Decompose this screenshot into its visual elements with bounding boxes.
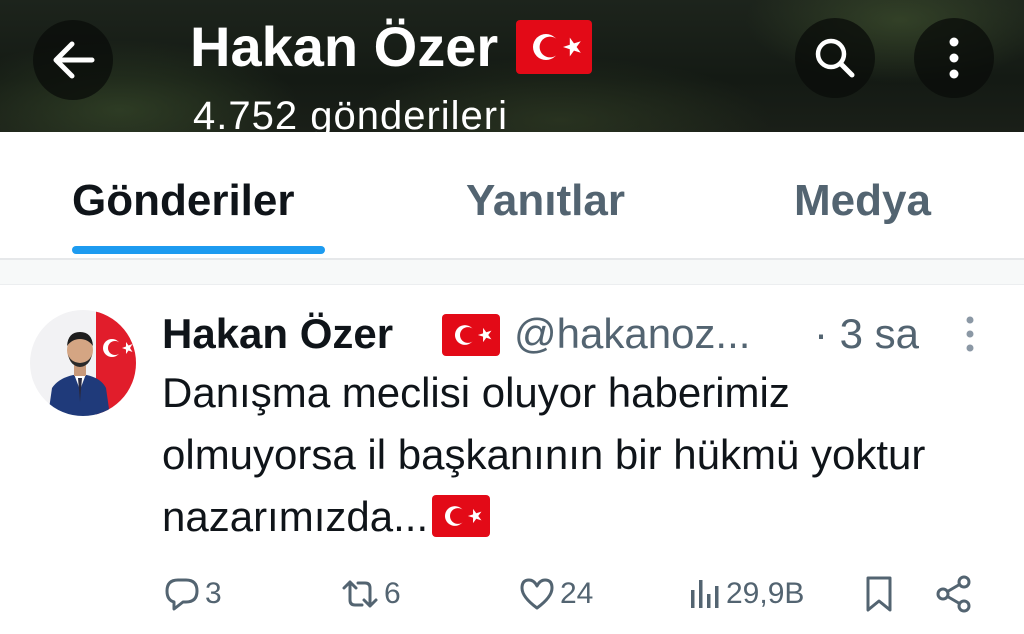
tab-media[interactable]: Medya bbox=[794, 176, 931, 226]
more-button[interactable] bbox=[914, 18, 994, 98]
heart-icon bbox=[520, 578, 554, 610]
active-tab-indicator bbox=[72, 246, 325, 254]
reply-count: 3 bbox=[205, 577, 222, 610]
tab-posts[interactable]: Gönderiler bbox=[72, 176, 295, 226]
search-icon bbox=[815, 38, 855, 78]
post-text: Danışma meclisi oluyor haberimiz olmuyor… bbox=[162, 362, 962, 548]
post-timestamp[interactable]: · 3 sa bbox=[814, 310, 919, 358]
profile-tabs: Gönderiler Yanıtlar Medya bbox=[0, 132, 1024, 260]
arrow-left-icon bbox=[53, 41, 95, 79]
views-chart-icon bbox=[691, 580, 719, 608]
share-icon bbox=[936, 575, 971, 613]
author-handle[interactable]: @hakanoz... bbox=[514, 310, 750, 358]
post-header: Hakan Özer @hakanoz... · 3 sa bbox=[162, 310, 982, 360]
like-button[interactable]: 24 bbox=[518, 572, 593, 616]
share-button[interactable] bbox=[934, 572, 974, 616]
profile-header: Hakan Özer 4.752 gönderileri bbox=[0, 0, 1024, 132]
bookmark-button[interactable] bbox=[862, 572, 896, 616]
post-count: 4.752 gönderileri bbox=[193, 94, 508, 132]
search-button[interactable] bbox=[795, 18, 875, 98]
post-body: Danışma meclisi oluyor haberimiz olmuyor… bbox=[162, 369, 926, 540]
repost-count: 6 bbox=[384, 577, 401, 610]
divider bbox=[0, 260, 1024, 285]
author-name[interactable]: Hakan Özer bbox=[162, 310, 393, 358]
more-vertical-icon bbox=[949, 37, 959, 79]
views-button[interactable]: 29,9B bbox=[688, 572, 804, 616]
back-button[interactable] bbox=[33, 20, 113, 100]
views-count: 29,9B bbox=[726, 577, 805, 610]
turkey-flag-icon bbox=[442, 314, 500, 356]
reply-button[interactable]: 3 bbox=[163, 572, 222, 616]
post-more-icon[interactable] bbox=[958, 314, 982, 354]
turkey-flag-icon bbox=[432, 495, 491, 537]
turkey-flag-icon bbox=[516, 19, 593, 74]
reply-icon bbox=[165, 578, 199, 611]
avatar[interactable] bbox=[30, 310, 136, 416]
like-count: 24 bbox=[560, 577, 594, 610]
repost-button[interactable]: 6 bbox=[340, 572, 401, 616]
profile-name: Hakan Özer bbox=[190, 15, 499, 78]
profile-title: Hakan Özer bbox=[190, 14, 593, 79]
tab-replies[interactable]: Yanıtlar bbox=[466, 176, 625, 226]
bookmark-icon bbox=[866, 576, 892, 612]
repost-icon bbox=[342, 580, 378, 608]
